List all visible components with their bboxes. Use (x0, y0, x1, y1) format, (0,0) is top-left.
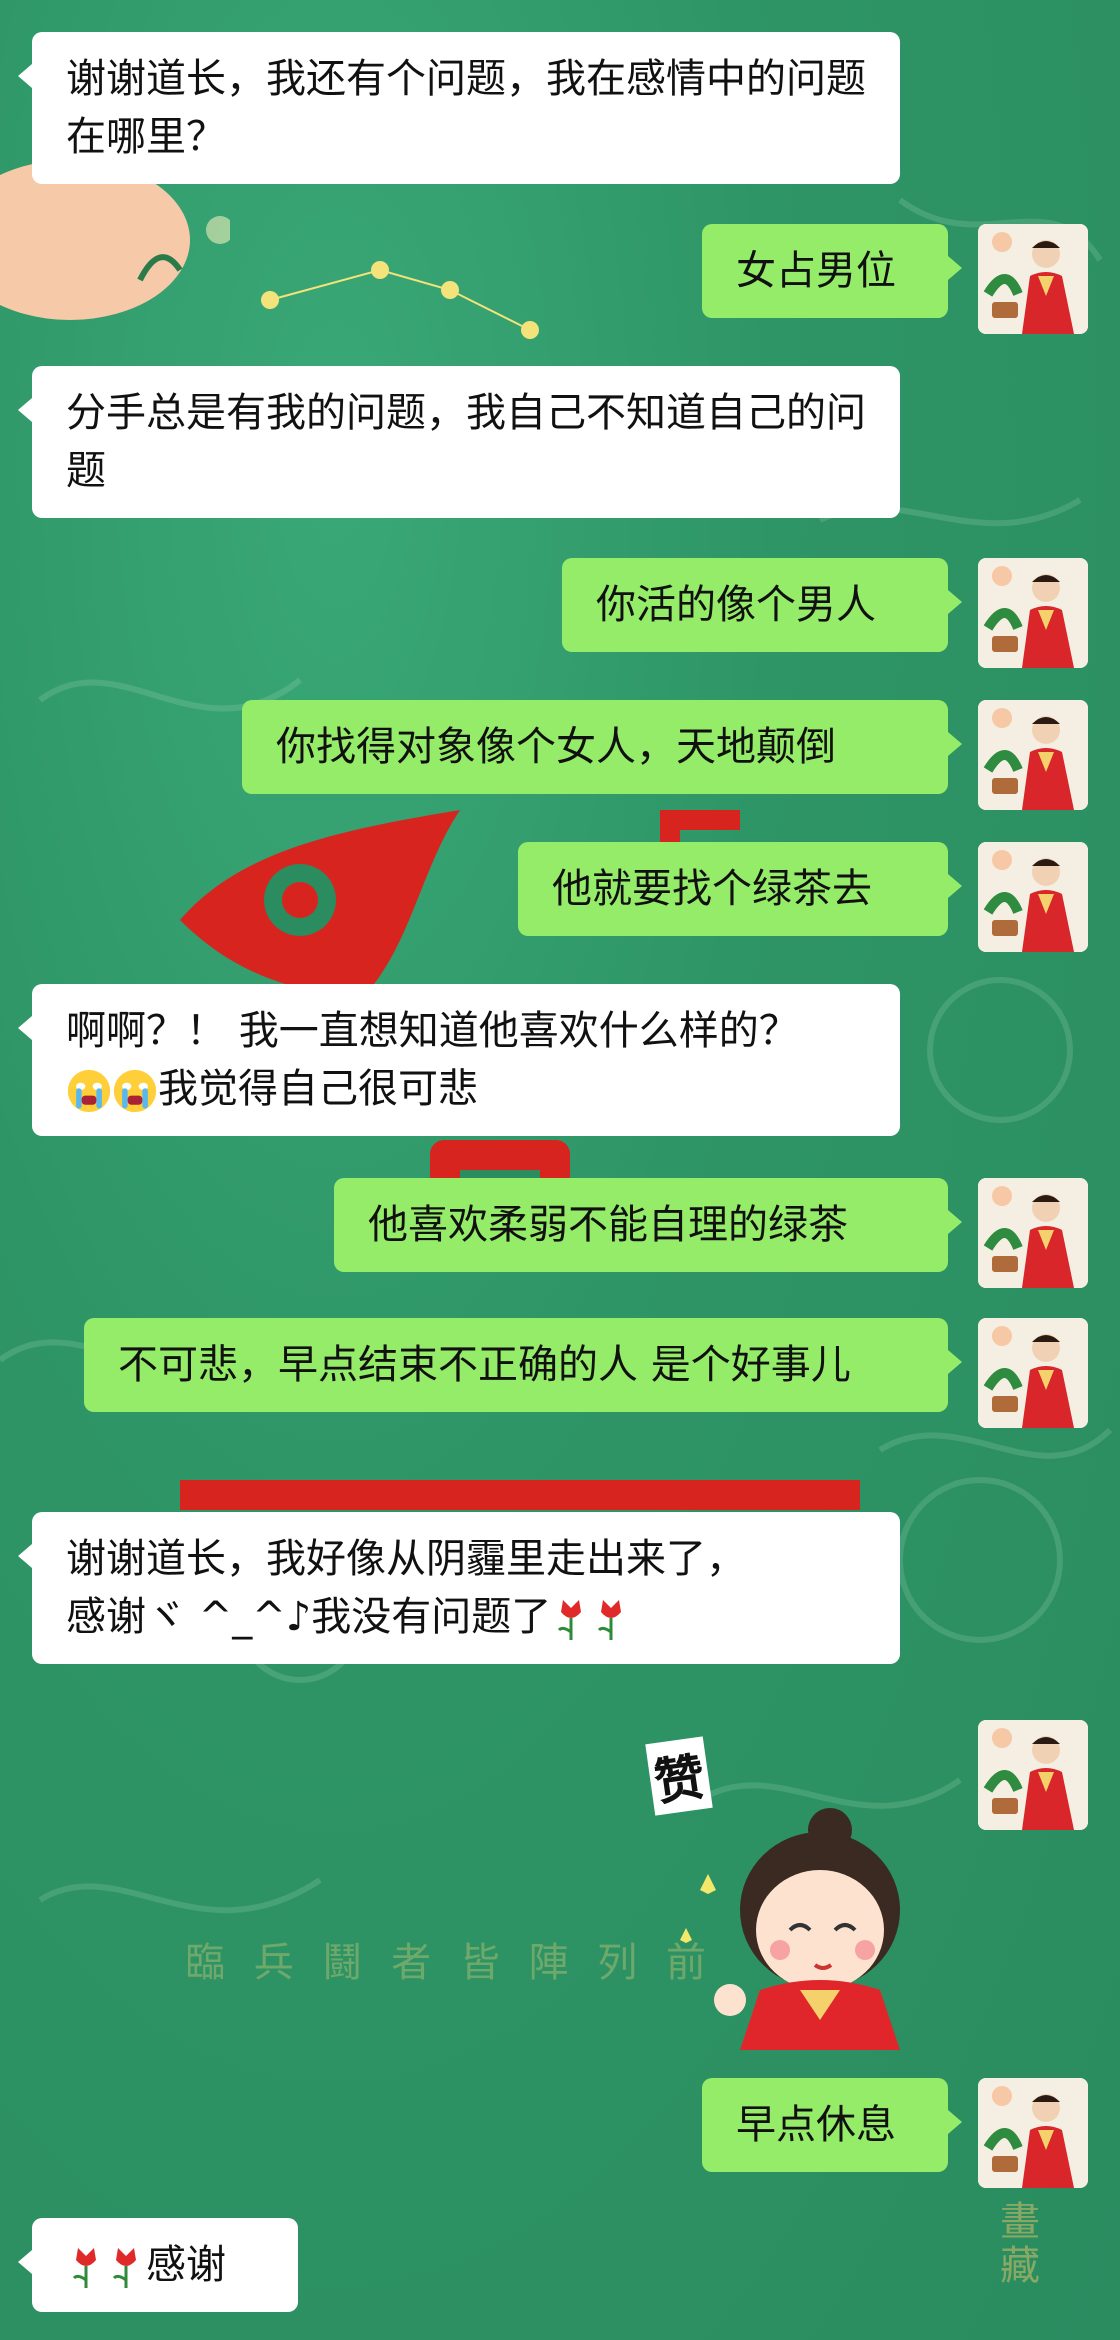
message-bubble-outgoing[interactable]: 早点休息 (702, 2078, 962, 2172)
message-bubble-outgoing[interactable]: 你找得对象像个女人，天地颠倒 (242, 700, 962, 794)
message-text-line2: 感谢ヾ ^_^♪我没有问题了 (66, 1594, 552, 1640)
message-row: 啊啊？！ 我一直想知道他喜欢什么样的？ 我觉得自己很可悲 (18, 984, 900, 1136)
message-bubble-incoming[interactable]: 啊啊？！ 我一直想知道他喜欢什么样的？ 我觉得自己很可悲 (18, 984, 900, 1136)
tulip-icon (551, 1594, 591, 1644)
message-text: 女占男位 (736, 248, 896, 294)
avatar[interactable] (978, 1720, 1088, 1830)
chat-background: 臨 兵 鬪 者 皆 陣 列 前 畫藏 (0, 0, 1120, 2340)
message-row: 你找得对象像个女人，天地颠倒 (242, 700, 962, 794)
crying-face-icon (112, 1068, 158, 1114)
avatar[interactable] (978, 842, 1088, 952)
avatar[interactable] (978, 224, 1088, 334)
message-text: 早点休息 (736, 2102, 896, 2148)
message-bubble-incoming[interactable]: 分手总是有我的问题，我自己不知道自己的问题 (18, 366, 900, 518)
message-row: 女占男位 (702, 224, 962, 318)
message-row: 不可悲，早点结束不正确的人 是个好事儿 (84, 1318, 962, 1412)
message-bubble-incoming[interactable]: 谢谢道长，我好像从阴霾里走出来了， 感谢ヾ ^_^♪我没有问题了 (18, 1512, 900, 1664)
tulip-icon (591, 1594, 631, 1644)
avatar[interactable] (978, 1318, 1088, 1428)
message-bubble-incoming[interactable]: 谢谢道长，我还有个问题，我在感情中的问题在哪里？ (18, 32, 900, 184)
message-text: 分手总是有我的问题，我自己不知道自己的问题 (66, 390, 866, 494)
avatar-image (978, 558, 1088, 668)
avatar-image (978, 1178, 1088, 1288)
message-row: 早点休息 (702, 2078, 962, 2172)
message-bubble-outgoing[interactable]: 你活的像个男人 (562, 558, 962, 652)
message-text: 谢谢道长，我好像从阴霾里走出来了， (66, 1536, 746, 1582)
message-row: 分手总是有我的问题，我自己不知道自己的问题 (18, 366, 900, 518)
message-text-continued: 我觉得自己很可悲 (158, 1066, 478, 1112)
message-text: 感谢 (146, 2242, 226, 2288)
tulip-icon (66, 2242, 106, 2292)
watermark-text: 臨 兵 鬪 者 皆 陣 列 前 (185, 1940, 715, 1986)
avatar[interactable] (978, 700, 1088, 810)
sticker-image[interactable]: 赞 (640, 1736, 940, 2050)
avatar-image (978, 842, 1088, 952)
message-text: 他喜欢柔弱不能自理的绿茶 (368, 1202, 848, 1248)
avatar-image (978, 1720, 1088, 1830)
message-row: 他就要找个绿茶去 (518, 842, 962, 936)
avatar-image (978, 2078, 1088, 2188)
message-row: 谢谢道长，我好像从阴霾里走出来了， 感谢ヾ ^_^♪我没有问题了 (18, 1512, 900, 1664)
message-bubble-outgoing[interactable]: 不可悲，早点结束不正确的人 是个好事儿 (84, 1318, 962, 1412)
avatar[interactable] (978, 1178, 1088, 1288)
seal-text: 畫藏 (1000, 2199, 1040, 2289)
message-text: 你活的像个男人 (596, 582, 876, 628)
message-text: 他就要找个绿茶去 (552, 866, 872, 912)
message-row: 谢谢道长，我还有个问题，我在感情中的问题在哪里？ (18, 32, 900, 184)
avatar-image (978, 224, 1088, 334)
message-bubble-outgoing[interactable]: 他喜欢柔弱不能自理的绿茶 (334, 1178, 962, 1272)
constellation-dots (261, 261, 539, 339)
message-row: 感谢 (18, 2218, 298, 2312)
message-row: 他喜欢柔弱不能自理的绿茶 (334, 1178, 962, 1272)
avatar[interactable] (978, 558, 1088, 668)
avatar-image (978, 700, 1088, 810)
message-row: 你活的像个男人 (562, 558, 962, 652)
message-bubble-outgoing[interactable]: 他就要找个绿茶去 (518, 842, 962, 936)
avatar-image (978, 1318, 1088, 1428)
message-bubble-incoming[interactable]: 感谢 (18, 2218, 298, 2312)
message-text: 啊啊？！ 我一直想知道他喜欢什么样的？ (66, 1008, 799, 1054)
message-text: 谢谢道长，我还有个问题，我在感情中的问题在哪里？ (66, 56, 866, 160)
message-text: 你找得对象像个女人，天地颠倒 (276, 724, 836, 770)
crying-face-icon (66, 1068, 112, 1114)
message-text: 不可悲，早点结束不正确的人 是个好事儿 (118, 1342, 851, 1388)
sticker-caption: 赞 (645, 1736, 713, 1816)
tulip-icon (106, 2242, 146, 2292)
message-bubble-outgoing[interactable]: 女占男位 (702, 224, 962, 318)
avatar[interactable] (978, 2078, 1088, 2188)
